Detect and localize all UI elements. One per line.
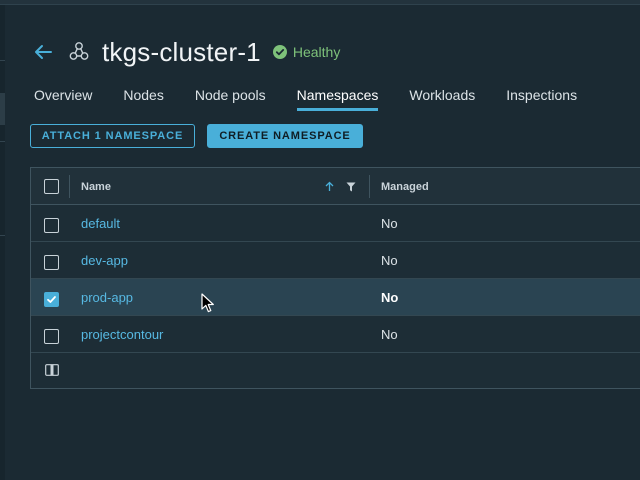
tab-inspections[interactable]: Inspections <box>506 84 577 112</box>
table-row[interactable]: default No <box>31 205 640 242</box>
datagrid-header: Name Managed <box>31 168 640 205</box>
column-header-managed[interactable]: Managed <box>381 181 429 193</box>
row-checkbox[interactable] <box>44 292 59 307</box>
namespace-link[interactable]: default <box>81 216 120 231</box>
tab-bar: Overview Nodes Node pools Namespaces Wor… <box>34 84 640 112</box>
left-nav-selected-item[interactable] <box>0 93 5 125</box>
create-namespace-button[interactable]: CREATE NAMESPACE <box>207 124 363 148</box>
tab-namespaces[interactable]: Namespaces <box>296 84 378 112</box>
tab-nodes[interactable]: Nodes <box>123 84 163 112</box>
managed-value: No <box>381 290 399 305</box>
left-nav-rail <box>0 5 5 480</box>
left-nav-divider <box>0 141 5 142</box>
left-nav-divider <box>0 60 5 61</box>
top-bar <box>0 0 640 5</box>
arrow-left-icon[interactable] <box>32 41 54 63</box>
column-header-name[interactable]: Name <box>81 181 111 193</box>
filter-icon[interactable] <box>346 182 356 192</box>
check-circle-icon <box>272 45 287 59</box>
row-checkbox[interactable] <box>44 329 59 344</box>
page-title: tkgs-cluster-1 <box>102 36 261 67</box>
select-all-checkbox[interactable] <box>44 179 59 194</box>
namespace-link[interactable]: dev-app <box>81 253 128 268</box>
status-indicator: Healthy <box>272 44 341 60</box>
column-switch-icon[interactable] <box>45 364 59 376</box>
column-divider <box>369 175 370 198</box>
table-row[interactable]: prod-app No <box>31 279 640 316</box>
tab-node-pools[interactable]: Node pools <box>195 84 266 112</box>
namespace-link[interactable]: prod-app <box>81 290 133 305</box>
namespace-link[interactable]: projectcontour <box>81 327 163 342</box>
managed-value: No <box>381 216 398 231</box>
tab-workloads[interactable]: Workloads <box>409 84 475 112</box>
attach-namespace-button[interactable]: ATTACH 1 NAMESPACE <box>30 124 195 148</box>
managed-value: No <box>381 327 398 342</box>
status-text: Healthy <box>292 44 341 60</box>
page-header: tkgs-cluster-1 Healthy <box>32 34 340 70</box>
arrow-up-icon[interactable] <box>325 181 334 192</box>
mouse-cursor-icon <box>201 293 214 313</box>
namespaces-datagrid: Name Managed default No dev-app No prod-… <box>30 167 640 389</box>
row-checkbox[interactable] <box>44 218 59 233</box>
table-row[interactable]: dev-app No <box>31 242 640 279</box>
tab-overview[interactable]: Overview <box>34 84 92 112</box>
managed-value: No <box>381 253 398 268</box>
cluster-hexagon-icon <box>69 42 89 60</box>
column-divider <box>69 175 70 198</box>
left-nav-divider <box>0 235 5 236</box>
table-row[interactable]: projectcontour No <box>31 316 640 353</box>
row-checkbox[interactable] <box>44 255 59 270</box>
checkmark-icon <box>47 296 56 303</box>
